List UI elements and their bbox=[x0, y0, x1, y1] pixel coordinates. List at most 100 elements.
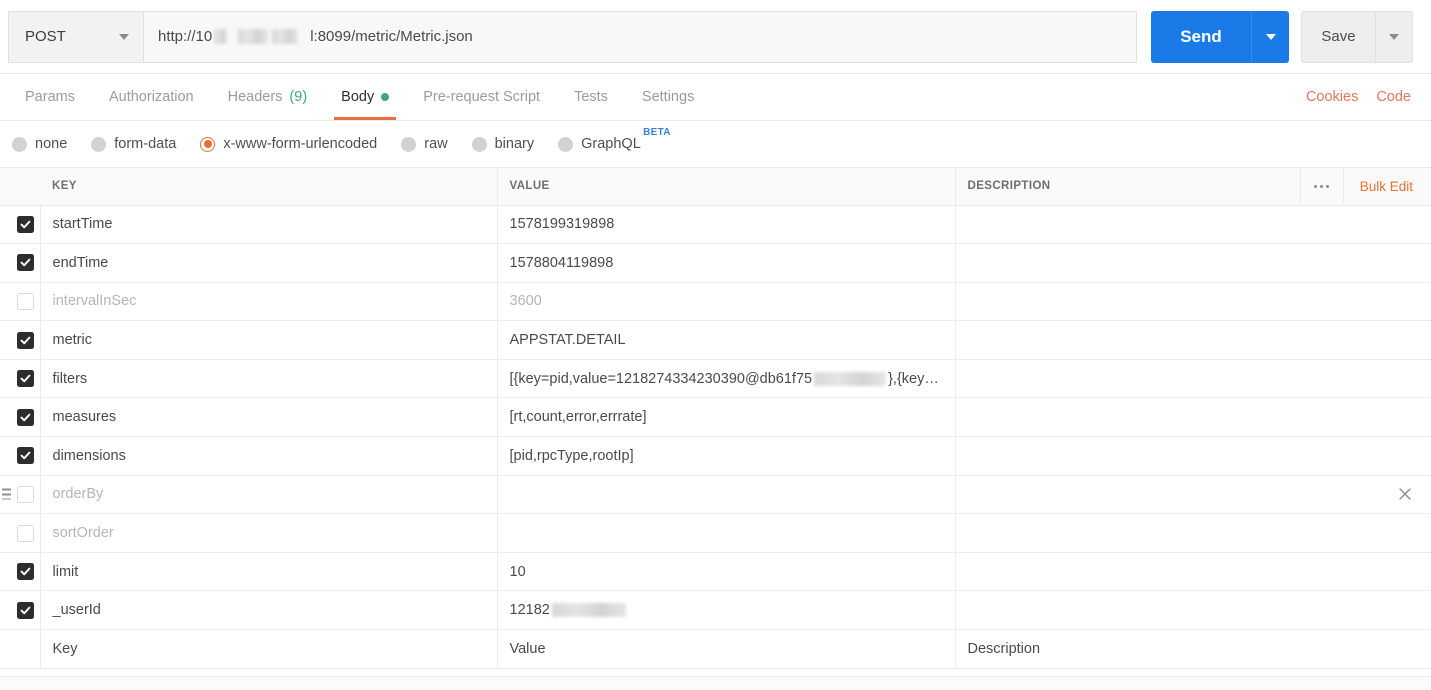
row-description[interactable] bbox=[955, 513, 1431, 553]
tabs-right-actions: Cookies Code bbox=[1306, 74, 1431, 120]
new-row-description-input[interactable]: Description bbox=[955, 629, 1431, 669]
redacted-block bbox=[214, 29, 228, 44]
row-checkbox[interactable] bbox=[17, 254, 35, 272]
save-options-button[interactable] bbox=[1375, 10, 1413, 63]
tab-settings[interactable]: Settings bbox=[625, 74, 711, 120]
radio-icon bbox=[471, 136, 487, 152]
tab-authorization[interactable]: Authorization bbox=[92, 74, 211, 120]
row-checkbox-cell bbox=[0, 513, 41, 553]
radio-icon bbox=[12, 136, 27, 152]
send-options-button[interactable] bbox=[1251, 10, 1289, 63]
chevron-down-icon bbox=[1389, 33, 1399, 40]
row-checkbox-cell bbox=[0, 320, 41, 360]
tab-params[interactable]: Params bbox=[8, 74, 92, 120]
row-checkbox[interactable] bbox=[17, 601, 35, 619]
row-value[interactable]: 3600 bbox=[497, 282, 956, 322]
row-description[interactable] bbox=[955, 359, 1431, 399]
row-checkbox[interactable] bbox=[17, 215, 35, 233]
row-value[interactable]: 1578804119898 bbox=[497, 243, 956, 283]
body-type-label: x-www-form-urlencoded bbox=[223, 136, 378, 152]
row-description[interactable] bbox=[955, 475, 1431, 515]
row-value[interactable]: 1578199319898 bbox=[497, 205, 956, 245]
row-value-prefix: 12182 bbox=[509, 602, 550, 619]
row-checkbox[interactable] bbox=[17, 370, 35, 388]
body-type-raw[interactable]: raw bbox=[401, 136, 448, 152]
row-key[interactable]: startTime bbox=[40, 205, 498, 245]
row-checkbox[interactable] bbox=[17, 563, 35, 581]
cookies-link[interactable]: Cookies bbox=[1306, 89, 1358, 105]
row-checkbox-cell bbox=[0, 282, 41, 322]
beta-badge: BETA bbox=[643, 127, 671, 138]
body-indicator-dot-icon bbox=[381, 93, 390, 101]
body-type-none[interactable]: none bbox=[12, 136, 67, 152]
body-type-x-www-form-urlencoded[interactable]: x-www-form-urlencoded bbox=[200, 136, 377, 152]
table-row: limit 10 bbox=[0, 552, 1431, 592]
row-key[interactable]: dimensions bbox=[40, 436, 498, 476]
row-checkbox[interactable] bbox=[17, 447, 35, 465]
tab-body[interactable]: Body bbox=[324, 74, 406, 120]
row-key[interactable]: intervalInSec bbox=[40, 282, 498, 322]
body-type-graphql[interactable]: GraphQL BETA bbox=[558, 127, 670, 152]
row-value[interactable]: [pid,rpcType,rootIp] bbox=[497, 436, 956, 476]
radio-icon bbox=[558, 136, 574, 152]
http-method-select[interactable]: POST bbox=[8, 10, 143, 63]
redacted-block bbox=[551, 603, 626, 618]
row-checkbox-cell bbox=[0, 552, 41, 592]
row-checkbox[interactable] bbox=[17, 485, 35, 503]
row-description[interactable] bbox=[955, 436, 1431, 476]
row-key[interactable]: measures bbox=[40, 397, 498, 438]
row-key[interactable]: orderBy bbox=[40, 475, 498, 515]
row-key[interactable]: sortOrder bbox=[40, 513, 498, 553]
table-row: _userId 12182 bbox=[0, 590, 1431, 631]
url-input[interactable]: http://10 l:8099/metric/Metric.json bbox=[143, 10, 1137, 63]
row-value[interactable]: 12182 bbox=[497, 590, 956, 631]
table-row: filters [{key=pid,value=1218274334230390… bbox=[0, 359, 1431, 399]
url-prefix-text: http://10 bbox=[158, 28, 213, 45]
http-method-label: POST bbox=[25, 28, 66, 45]
row-value[interactable] bbox=[497, 475, 956, 515]
row-description[interactable] bbox=[955, 590, 1431, 631]
tab-pre-request-script[interactable]: Pre-request Script bbox=[406, 74, 557, 120]
more-options-icon[interactable] bbox=[1299, 168, 1344, 205]
drag-handle-icon[interactable] bbox=[2, 488, 11, 500]
tab-tests[interactable]: Tests bbox=[557, 74, 625, 120]
delete-row-icon[interactable] bbox=[1395, 484, 1415, 504]
row-checkbox[interactable] bbox=[17, 408, 35, 426]
table-row: startTime 1578199319898 bbox=[0, 205, 1431, 245]
row-description[interactable] bbox=[955, 320, 1431, 360]
chevron-down-icon bbox=[1265, 33, 1276, 40]
row-key[interactable]: endTime bbox=[40, 243, 498, 283]
body-type-form-data[interactable]: form-data bbox=[91, 136, 176, 152]
row-checkbox[interactable] bbox=[17, 524, 35, 542]
row-key[interactable]: _userId bbox=[40, 590, 498, 631]
save-button-group: Save bbox=[1301, 10, 1413, 63]
save-button[interactable]: Save bbox=[1301, 10, 1375, 63]
row-value[interactable]: [rt,count,error,errrate] bbox=[497, 397, 956, 438]
row-key[interactable]: metric bbox=[40, 320, 498, 360]
new-row-key-input[interactable]: Key bbox=[40, 629, 498, 669]
row-checkbox[interactable] bbox=[17, 331, 35, 349]
row-value[interactable] bbox=[497, 513, 956, 553]
row-description[interactable] bbox=[955, 205, 1431, 245]
body-type-label: binary bbox=[494, 136, 535, 152]
send-button[interactable]: Send bbox=[1151, 10, 1251, 63]
new-row-value-input[interactable]: Value bbox=[497, 629, 956, 669]
tab-headers[interactable]: Headers (9) bbox=[211, 74, 325, 120]
body-type-binary[interactable]: binary bbox=[471, 136, 535, 152]
row-description[interactable] bbox=[955, 397, 1431, 438]
row-value[interactable]: 10 bbox=[497, 552, 956, 592]
row-checkbox-cell bbox=[0, 629, 41, 669]
row-description[interactable] bbox=[955, 282, 1431, 322]
row-key[interactable]: filters bbox=[40, 359, 498, 399]
chevron-down-icon bbox=[119, 33, 129, 40]
code-link[interactable]: Code bbox=[1376, 89, 1411, 105]
row-key[interactable]: limit bbox=[40, 552, 498, 592]
row-checkbox[interactable] bbox=[17, 292, 35, 310]
bulk-edit-button[interactable]: Bulk Edit bbox=[1344, 179, 1413, 194]
row-value[interactable]: [{key=pid,value=1218274334230390@db61f75… bbox=[497, 359, 956, 399]
row-description[interactable] bbox=[955, 243, 1431, 283]
row-checkbox-cell bbox=[0, 205, 41, 245]
row-value[interactable]: APPSTAT.DETAIL bbox=[497, 320, 956, 360]
row-checkbox-cell bbox=[0, 397, 41, 438]
row-description[interactable] bbox=[955, 552, 1431, 592]
